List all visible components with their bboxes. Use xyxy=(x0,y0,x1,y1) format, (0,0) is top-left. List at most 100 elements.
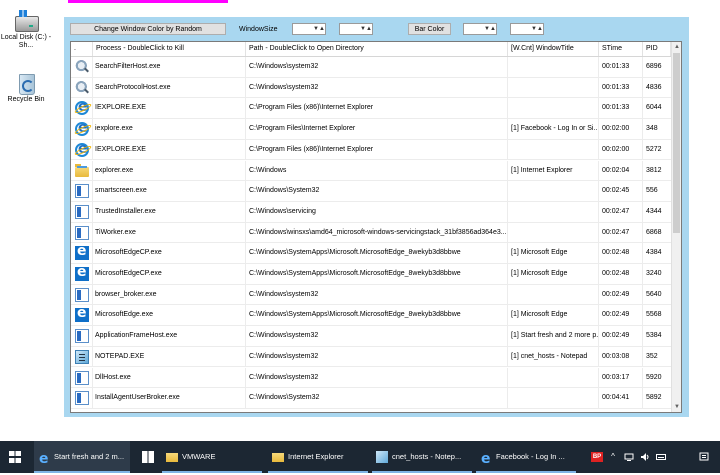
path-cell[interactable]: C:\Windows\SystemApps\Microsoft.Microsof… xyxy=(246,305,508,326)
window-title-cell[interactable] xyxy=(508,388,599,409)
process-name-cell[interactable]: MicrosoftEdge.exe xyxy=(93,305,246,326)
stepper-up-icon[interactable]: ▲ xyxy=(319,24,325,34)
desktop-icon-recycle-bin[interactable]: Recycle Bin xyxy=(0,72,52,104)
path-cell[interactable]: C:\Windows\winsxs\amd64_microsoft-window… xyxy=(246,222,508,243)
process-name-cell[interactable]: TrustedInstaller.exe xyxy=(93,201,246,222)
random-color-button[interactable]: Change Window Color by Random xyxy=(70,23,226,35)
window-title-cell[interactable] xyxy=(508,181,599,202)
process-name-cell[interactable]: explorer.exe xyxy=(93,160,246,181)
window-title-cell[interactable] xyxy=(508,367,599,388)
start-time-cell[interactable]: 00:02:45 xyxy=(599,181,643,202)
table-row[interactable]: TrustedInstaller.exe C:\Windows\servicing… xyxy=(71,201,671,223)
table-row[interactable]: MicrosoftEdge.exeC:\Windows\SystemApps\M… xyxy=(71,305,671,327)
start-button[interactable] xyxy=(0,441,30,473)
process-name-cell[interactable]: MicrosoftEdgeCP.exe xyxy=(93,264,246,284)
vertical-scrollbar[interactable]: ▲ ▼ xyxy=(671,42,681,412)
pid-cell[interactable]: 348 xyxy=(643,119,671,139)
path-cell[interactable]: C:\Windows xyxy=(246,160,508,181)
start-time-cell[interactable]: 00:02:49 xyxy=(599,326,643,347)
network-icon[interactable] xyxy=(624,452,634,462)
path-cell[interactable]: C:\Program Files\Internet Explorer xyxy=(246,119,508,140)
bp-icon[interactable]: BP xyxy=(591,452,603,462)
column-header-window-title[interactable]: [W.Cnt] WindowTitle xyxy=(508,42,599,56)
table-row[interactable]: SearchFilterHost.exe C:\Windows\system32 0… xyxy=(71,57,671,78)
start-time-cell[interactable]: 00:02:49 xyxy=(599,284,643,305)
clock[interactable] xyxy=(672,452,694,462)
pid-cell[interactable]: 5384 xyxy=(643,326,671,346)
window-title-cell[interactable]: [1] Internet Explorer xyxy=(508,160,599,181)
table-row[interactable]: browser_broker.exe C:\Windows\system32 00:… xyxy=(71,284,671,306)
pid-cell[interactable]: 3240 xyxy=(643,264,671,284)
path-cell[interactable]: C:\Windows\System32 xyxy=(246,388,508,409)
stepper-up-icon[interactable]: ▲ xyxy=(490,24,496,34)
process-name-cell[interactable]: IEXPLORE.EXE xyxy=(93,139,246,160)
keyboard-icon[interactable] xyxy=(656,452,666,462)
process-name-cell[interactable]: ApplicationFrameHost.exe xyxy=(93,326,246,347)
window-title-cell[interactable] xyxy=(508,222,599,243)
path-cell[interactable]: C:\Windows\system32 xyxy=(246,77,508,98)
process-name-cell[interactable]: smartscreen.exe xyxy=(93,181,246,202)
stepper-up-icon[interactable]: ▲ xyxy=(366,24,372,34)
start-time-cell[interactable]: 00:02:48 xyxy=(599,264,643,284)
path-cell[interactable]: C:\Windows\system32 xyxy=(246,367,508,388)
column-header-pid[interactable]: PID xyxy=(643,42,671,56)
window-height-stepper[interactable]: ▼ ▲ xyxy=(339,23,373,35)
process-name-cell[interactable]: SearchFilterHost.exe xyxy=(93,57,246,77)
pid-cell[interactable]: 352 xyxy=(643,347,671,367)
pid-cell[interactable]: 5920 xyxy=(643,368,671,388)
table-row[interactable]: MicrosoftEdgeCP.exeC:\Windows\SystemApps… xyxy=(71,243,671,264)
pid-cell[interactable]: 4344 xyxy=(643,202,671,222)
window-title-cell[interactable]: [1] Microsoft Edge xyxy=(508,264,599,284)
process-list[interactable]: . Process - DoubleClick to Kill Path - D… xyxy=(70,41,682,413)
window-title-cell[interactable]: [1] Facebook - Log In or Si... xyxy=(508,119,599,140)
pid-cell[interactable]: 5640 xyxy=(643,285,671,305)
process-name-cell[interactable]: TiWorker.exe xyxy=(93,222,246,243)
scroll-thumb[interactable] xyxy=(673,53,680,233)
show-hidden-icons-icon[interactable]: ^ xyxy=(608,452,618,462)
scroll-up-icon[interactable]: ▲ xyxy=(672,42,681,52)
process-name-cell[interactable]: DllHost.exe xyxy=(93,367,246,388)
table-row[interactable]: iexplore.exeC:\Program Files\Internet Ex… xyxy=(71,119,671,140)
table-row[interactable]: SearchProtocolHost.exe C:\Windows\system3… xyxy=(71,77,671,99)
column-header-stime[interactable]: STime xyxy=(599,42,643,56)
column-header-path[interactable]: Path - DoubleClick to Open Directory xyxy=(246,42,508,56)
path-cell[interactable]: C:\Windows\system32 xyxy=(246,284,508,305)
taskbar-item-start-fresh[interactable]: Start fresh and 2 m... xyxy=(34,441,130,475)
desktop-icon-local-disk[interactable]: Local Disk (C:) - Sh... xyxy=(0,10,52,50)
process-name-cell[interactable]: MicrosoftEdgeCP.exe xyxy=(93,243,246,264)
taskbar-item-store[interactable] xyxy=(134,441,160,473)
start-time-cell[interactable]: 00:02:00 xyxy=(599,119,643,140)
pid-cell[interactable]: 5892 xyxy=(643,388,671,408)
pid-cell[interactable]: 3812 xyxy=(643,161,671,181)
pid-cell[interactable]: 5568 xyxy=(643,305,671,325)
pid-cell[interactable]: 4836 xyxy=(643,78,671,98)
start-time-cell[interactable]: 00:03:17 xyxy=(599,367,643,388)
window-title-cell[interactable] xyxy=(508,77,599,98)
column-header-icon[interactable]: . xyxy=(71,42,93,56)
window-title-cell[interactable] xyxy=(508,284,599,305)
start-time-cell[interactable]: 00:02:04 xyxy=(599,160,643,181)
table-row[interactable]: NOTEPAD.EXE C:\Windows\system32 [1] cnet_h… xyxy=(71,346,671,368)
table-row[interactable]: IEXPLORE.EXEC:\Program Files (x86)\Inter… xyxy=(71,139,671,161)
table-row[interactable]: InstallAgentUserBroker.exe C:\Windows\Sys… xyxy=(71,388,671,409)
table-row[interactable]: DllHost.exe C:\Windows\system32 00:03:17 59… xyxy=(71,367,671,389)
start-time-cell[interactable]: 00:02:47 xyxy=(599,201,643,222)
process-name-cell[interactable]: iexplore.exe xyxy=(93,119,246,140)
path-cell[interactable]: C:\Windows\system32 xyxy=(246,346,508,367)
start-time-cell[interactable]: 00:01:33 xyxy=(599,77,643,98)
window-title-cell[interactable]: [1] cnet_hosts - Notepad xyxy=(508,346,599,367)
window-title-cell[interactable] xyxy=(508,139,599,160)
start-time-cell[interactable]: 00:02:00 xyxy=(599,139,643,160)
process-name-cell[interactable]: InstallAgentUserBroker.exe xyxy=(93,388,246,409)
bar-color-button[interactable]: Bar Color xyxy=(408,23,451,35)
notification-icon[interactable] xyxy=(698,452,710,462)
start-time-cell[interactable]: 00:02:48 xyxy=(599,243,643,264)
path-cell[interactable]: C:\Windows\SystemApps\Microsoft.Microsof… xyxy=(246,243,508,264)
path-cell[interactable]: C:\Program Files (x86)\Internet Explorer xyxy=(246,98,508,119)
start-time-cell[interactable]: 00:02:49 xyxy=(599,305,643,326)
taskbar-item-vmware[interactable]: VMWARE xyxy=(162,441,262,473)
path-cell[interactable]: C:\Windows\System32 xyxy=(246,181,508,202)
path-cell[interactable]: C:\Windows\SystemApps\Microsoft.Microsof… xyxy=(246,264,508,284)
process-name-cell[interactable]: browser_broker.exe xyxy=(93,284,246,305)
window-title-cell[interactable]: [1] Microsoft Edge xyxy=(508,305,599,326)
